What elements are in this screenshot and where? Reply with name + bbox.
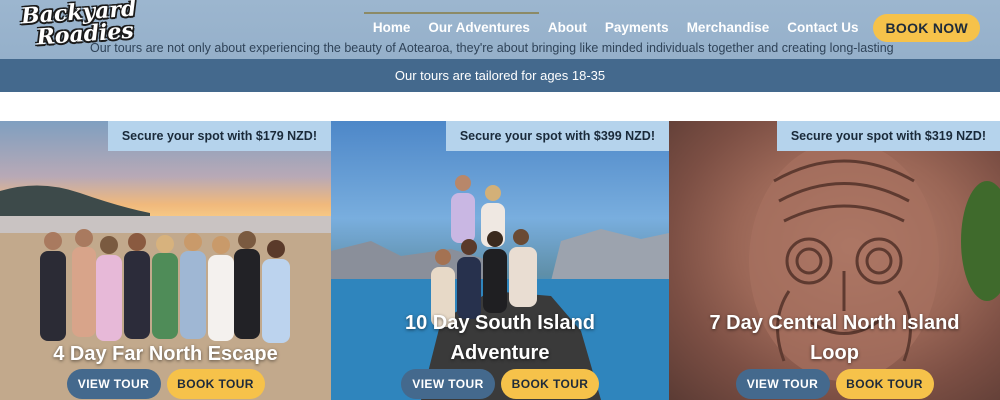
promo-badge: Secure your spot with $399 NZD! bbox=[445, 121, 669, 151]
nav-home[interactable]: Home bbox=[363, 12, 420, 42]
tour-card-south-island[interactable]: Secure your spot with $399 NZD! 10 Day S… bbox=[331, 121, 669, 400]
tour-card-far-north[interactable]: Secure your spot with $179 NZD! 4 Day Fa… bbox=[0, 121, 331, 400]
tour-title: 7 Day Central North Island Loop bbox=[669, 308, 1000, 368]
tour-actions: VIEW TOUR BOOK TOUR bbox=[331, 369, 669, 399]
tour-title: 4 Day Far North Escape bbox=[53, 343, 278, 365]
age-banner: Our tours are tailored for ages 18-35 bbox=[0, 59, 1000, 92]
main-nav: Home Our Adventures About Payments Merch… bbox=[363, 12, 980, 42]
tour-title-line-1: 7 Day Central North Island bbox=[709, 312, 960, 334]
nav-our-adventures[interactable]: Our Adventures bbox=[419, 12, 539, 42]
nav-payments[interactable]: Payments bbox=[596, 14, 678, 42]
view-tour-button[interactable]: VIEW TOUR bbox=[735, 369, 830, 399]
nav-merchandise[interactable]: Merchandise bbox=[678, 14, 779, 42]
site-header: Backyard Roadies Our tours are not only … bbox=[0, 0, 1000, 59]
book-now-button[interactable]: BOOK NOW bbox=[873, 14, 980, 42]
tour-title-line-2: Adventure bbox=[450, 342, 550, 364]
tour-actions: VIEW TOUR BOOK TOUR bbox=[669, 369, 1000, 399]
nav-contact-us[interactable]: Contact Us bbox=[778, 14, 867, 42]
tour-actions: VIEW TOUR BOOK TOUR bbox=[0, 369, 331, 399]
promo-badge: Secure your spot with $319 NZD! bbox=[776, 121, 1000, 151]
tour-title-line-2: Loop bbox=[810, 342, 859, 364]
book-tour-button[interactable]: BOOK TOUR bbox=[501, 369, 599, 399]
intro-paragraph: Our tours are not only about experiencin… bbox=[90, 41, 894, 55]
view-tour-button[interactable]: VIEW TOUR bbox=[401, 369, 495, 399]
tour-title: 10 Day South Island Adventure bbox=[331, 308, 669, 368]
book-tour-button[interactable]: BOOK TOUR bbox=[835, 369, 934, 399]
nav-about[interactable]: About bbox=[539, 14, 596, 42]
tour-card-central-north-island[interactable]: Secure your spot with $319 NZD! 7 Day Ce… bbox=[669, 121, 1000, 400]
tour-title-line-1: 10 Day South Island bbox=[404, 312, 596, 334]
promo-badge: Secure your spot with $179 NZD! bbox=[107, 121, 331, 151]
view-tour-button[interactable]: VIEW TOUR bbox=[66, 369, 161, 399]
book-tour-button[interactable]: BOOK TOUR bbox=[166, 369, 265, 399]
tour-cards: Secure your spot with $179 NZD! 4 Day Fa… bbox=[0, 121, 1000, 400]
